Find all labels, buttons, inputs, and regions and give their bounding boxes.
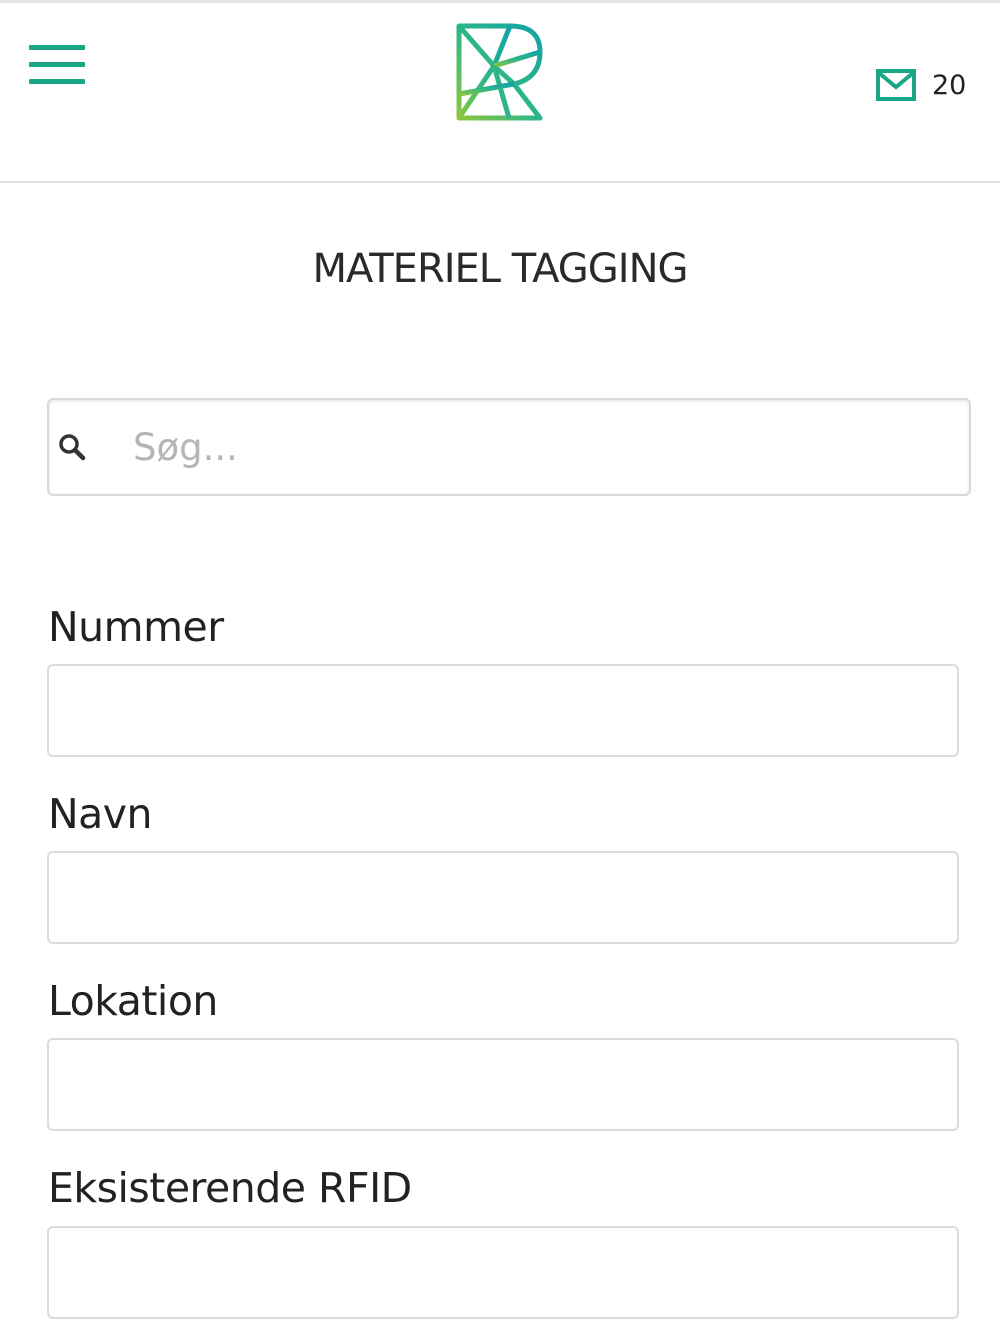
search-input[interactable] (131, 420, 955, 474)
message-count-badge: 20 (932, 69, 967, 101)
hamburger-menu-icon[interactable] (29, 45, 85, 85)
envelope-icon (876, 69, 916, 101)
rfid-label: Eksisterende RFID (48, 1164, 412, 1212)
lokation-field[interactable] (47, 1038, 959, 1131)
lokation-label: Lokation (48, 977, 218, 1025)
messages-button[interactable]: 20 (876, 65, 966, 105)
nummer-field[interactable] (47, 664, 959, 757)
search-box[interactable] (47, 398, 971, 496)
nummer-label: Nummer (48, 603, 224, 651)
navn-label: Navn (48, 790, 153, 838)
search-icon (59, 434, 86, 461)
navn-field[interactable] (47, 851, 959, 944)
app-header: 20 (0, 3, 1000, 183)
rfid-field[interactable] (47, 1226, 959, 1319)
page-title: MATERIEL TAGGING (312, 246, 688, 292)
brand-logo-icon[interactable] (454, 22, 544, 122)
